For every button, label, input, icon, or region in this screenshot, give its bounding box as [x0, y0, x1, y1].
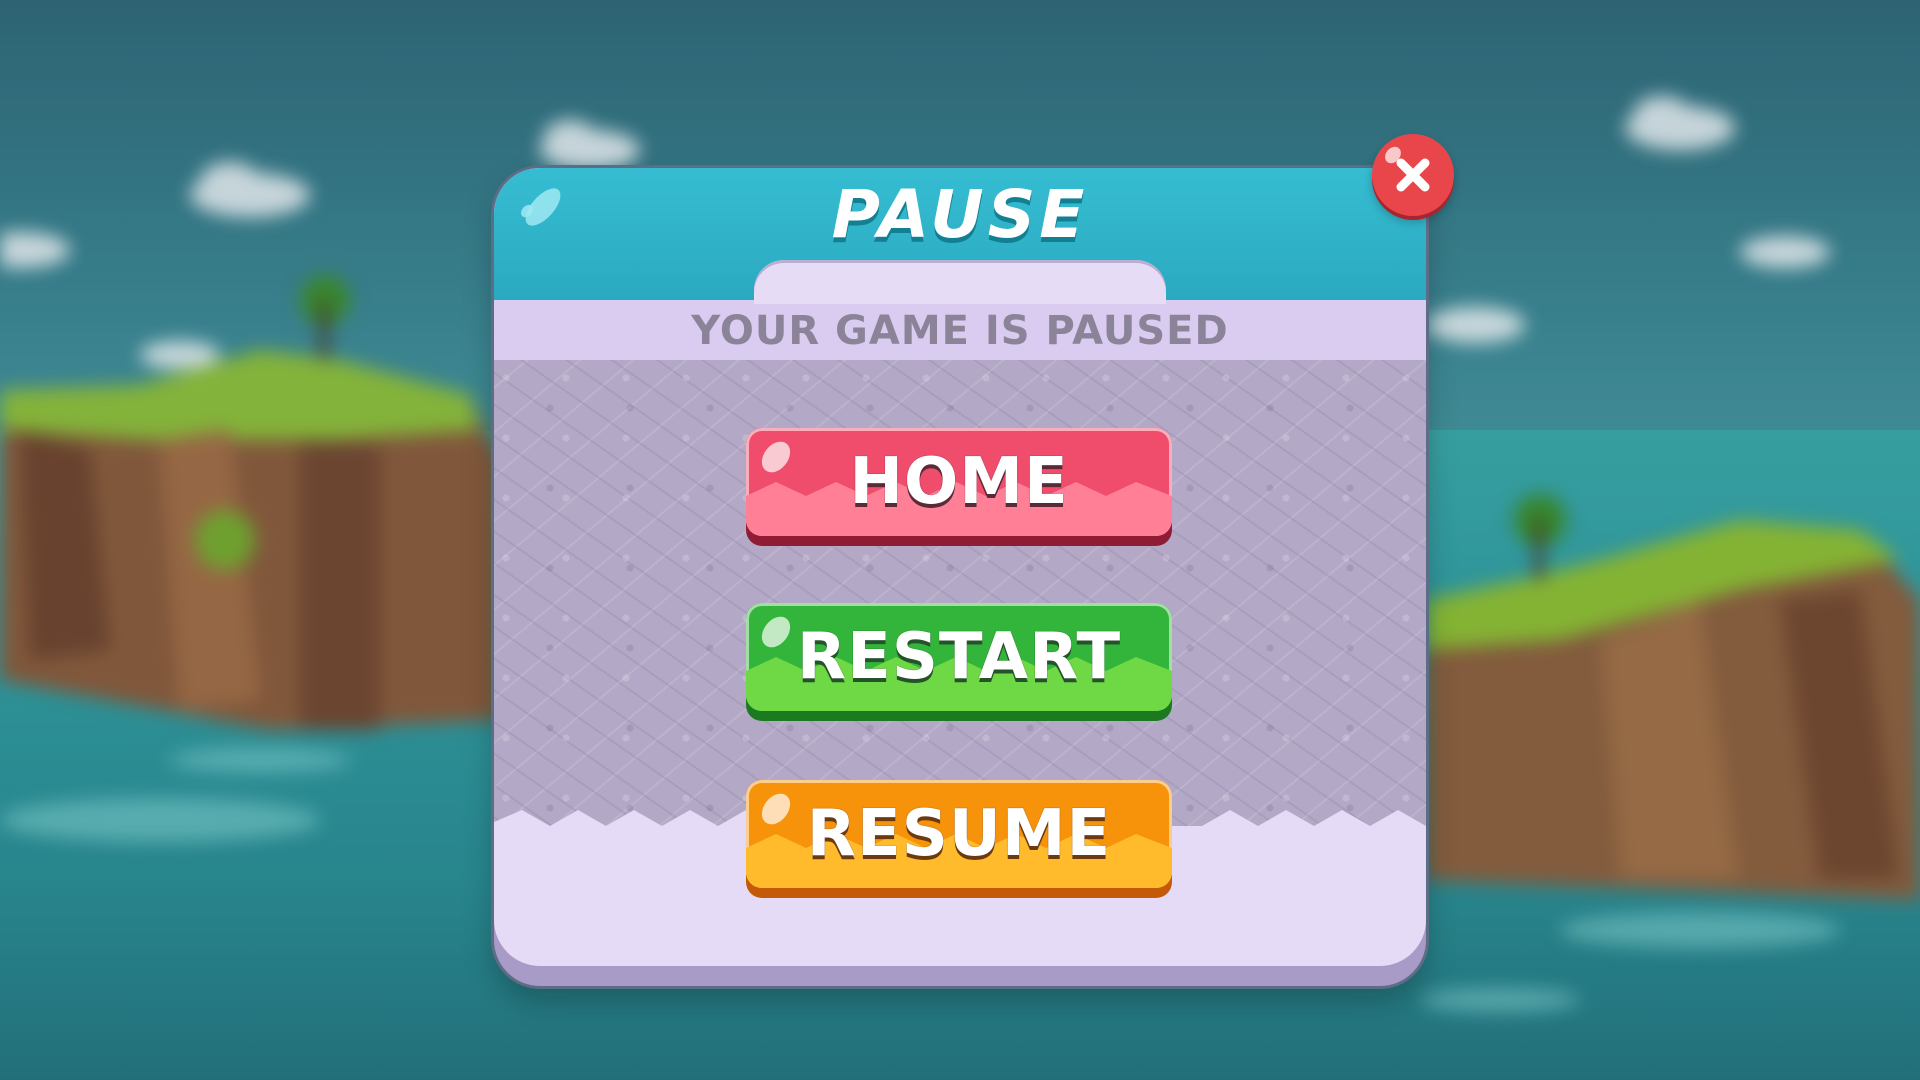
home-button-label: HOME [849, 445, 1069, 519]
close-icon [1396, 158, 1430, 192]
dialog-subtitle: YOUR GAME IS PAUSED [691, 308, 1229, 354]
restart-button-label: RESTART [796, 620, 1122, 694]
dialog-title: PAUSE [831, 176, 1089, 253]
header-tab [754, 260, 1166, 304]
resume-button[interactable]: RESUME [746, 780, 1172, 888]
close-button[interactable] [1372, 134, 1454, 216]
restart-button[interactable]: RESTART [746, 603, 1172, 711]
home-button[interactable]: HOME [746, 428, 1172, 536]
pause-dialog: PAUSE YOUR GAME IS PAUSED HOME RESTART R… [494, 168, 1426, 986]
resume-button-label: RESUME [806, 797, 1112, 871]
